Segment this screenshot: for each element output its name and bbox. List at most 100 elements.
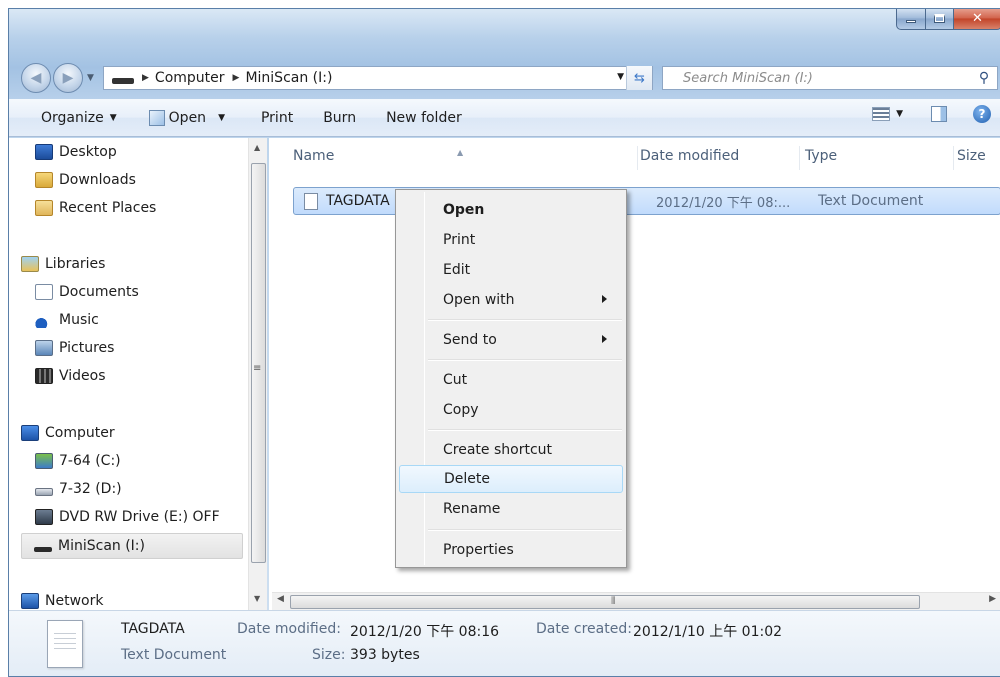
nav-item-downloads[interactable]: Downloads [35, 169, 136, 191]
burn-button[interactable]: Burn [313, 105, 366, 131]
nav-item-videos[interactable]: Videos [35, 365, 106, 387]
close-button[interactable]: ✕ [954, 9, 1000, 30]
nav-item-desktop[interactable]: Desktop [35, 141, 117, 163]
chevron-down-icon: ▼ [896, 109, 903, 119]
refresh-button[interactable]: ⇆ [626, 66, 652, 90]
menu-item-label: Properties [443, 542, 514, 558]
scroll-up-icon[interactable]: ▲ [254, 143, 260, 152]
address-history-dropdown-icon[interactable]: ▼ [617, 72, 624, 82]
menu-item-label: Send to [443, 332, 497, 348]
nav-item-label: DVD RW Drive (E:) OFF [59, 509, 220, 525]
preview-pane-button[interactable] [931, 106, 947, 122]
change-view-button[interactable]: ▼ [872, 107, 903, 121]
column-header-date-modified[interactable]: Date modified [640, 138, 800, 174]
nav-item-recent-places[interactable]: Recent Places [35, 197, 156, 219]
caption-buttons: ✕ [896, 9, 1000, 30]
submenu-arrow-icon [602, 335, 607, 343]
file-list-horizontal-scrollbar[interactable]: ◀ ⦀ ▶ [272, 592, 1000, 610]
scrollbar-thumb[interactable]: ⦀ [290, 595, 920, 609]
help-icon[interactable]: ? [973, 105, 991, 123]
nav-item-music[interactable]: Music [35, 309, 99, 331]
minimize-icon [906, 20, 916, 23]
open-label: Open [168, 109, 207, 126]
menu-item-create-shortcut[interactable]: Create shortcut [399, 436, 623, 464]
documents-icon [35, 284, 53, 300]
column-divider[interactable] [637, 146, 638, 170]
search-icon[interactable]: ⚲ [971, 70, 997, 86]
back-button[interactable]: ◀ [21, 63, 51, 93]
menu-item-open-with[interactable]: Open with [399, 286, 623, 314]
back-arrow-icon: ◀ [30, 70, 42, 86]
nav-item-network[interactable]: Network [21, 590, 103, 610]
recent-places-icon [35, 200, 53, 216]
column-header-type[interactable]: Type [805, 138, 955, 174]
hard-drive-icon [35, 488, 53, 496]
nav-item-label: Desktop [59, 144, 117, 160]
details-file-type: Text Document [121, 647, 227, 663]
nav-item-libraries[interactable]: Libraries [21, 253, 105, 275]
maximize-button[interactable] [926, 9, 954, 30]
nav-item-drive-c[interactable]: 7-64 (C:) [35, 450, 121, 472]
menu-separator [428, 319, 622, 321]
open-button[interactable]: Open ▼ [139, 105, 235, 131]
print-button[interactable]: Print [251, 105, 303, 131]
nav-item-drive-d[interactable]: 7-32 (D:) [35, 478, 122, 500]
maximize-icon [934, 14, 945, 23]
menu-item-delete[interactable]: Delete [399, 465, 623, 493]
menu-item-send-to[interactable]: Send to [399, 326, 623, 354]
menu-item-rename[interactable]: Rename [399, 495, 623, 523]
column-header-size[interactable]: Size [957, 138, 1000, 174]
organize-button[interactable]: Organize ▼ [31, 105, 127, 131]
organize-label: Organize [41, 109, 104, 126]
nav-item-dvd-drive[interactable]: DVD RW Drive (E:) OFF [35, 506, 220, 528]
nav-item-label: Recent Places [59, 200, 157, 216]
text-document-icon [304, 192, 318, 210]
menu-item-edit[interactable]: Edit [399, 256, 623, 284]
submenu-arrow-icon [602, 295, 607, 303]
close-icon: ✕ [972, 11, 983, 26]
nav-item-label: Pictures [59, 340, 115, 356]
forward-button[interactable]: ▶ [53, 63, 83, 93]
menu-item-print[interactable]: Print [399, 226, 623, 254]
details-date-modified: 2012/1/20 下午 08:16 [350, 624, 500, 640]
search-input[interactable]: Search MiniScan (I:) [663, 71, 971, 86]
chevron-down-icon[interactable]: ▼ [218, 113, 225, 123]
menu-item-properties[interactable]: Properties [399, 536, 623, 564]
details-date-created-label: Date created: [536, 621, 632, 637]
videos-icon [35, 368, 53, 384]
nav-item-pictures[interactable]: Pictures [35, 337, 114, 359]
scroll-down-icon[interactable]: ▼ [254, 594, 260, 603]
recent-pages-dropdown-icon[interactable]: ▼ [87, 73, 94, 83]
nav-item-label: Computer [45, 425, 115, 441]
details-size: 393 bytes [350, 647, 420, 663]
nav-item-label: Videos [59, 368, 106, 384]
scroll-right-icon[interactable]: ▶ [989, 594, 996, 604]
minimize-button[interactable] [896, 9, 926, 30]
navigation-pane: Desktop Downloads Recent Places Librarie… [9, 138, 267, 610]
downloads-folder-icon [35, 172, 53, 188]
breadcrumb-miniscan[interactable]: MiniScan (I:) [245, 70, 332, 86]
navigation-pane-scrollbar[interactable]: ▲ ≡ ▼ [248, 138, 267, 610]
column-divider[interactable] [953, 146, 954, 170]
views-icon [872, 107, 891, 121]
column-header-name[interactable]: Name [293, 138, 637, 174]
nav-item-label: Documents [59, 284, 139, 300]
computer-icon [21, 425, 39, 441]
nav-item-documents[interactable]: Documents [35, 281, 139, 303]
column-divider[interactable] [799, 146, 800, 170]
nav-item-computer[interactable]: Computer [21, 422, 115, 444]
menu-item-copy[interactable]: Copy [399, 396, 623, 424]
new-folder-button[interactable]: New folder [376, 105, 472, 131]
chevron-right-icon[interactable]: ▶ [142, 73, 149, 83]
scroll-left-icon[interactable]: ◀ [277, 594, 284, 604]
chevron-right-icon[interactable]: ▶ [233, 73, 240, 83]
file-date-modified: 2012/1/20 下午 08:... [656, 195, 791, 211]
refresh-icon: ⇆ [634, 70, 645, 86]
menu-item-cut[interactable]: Cut [399, 366, 623, 394]
address-bar[interactable]: ▶ Computer ▶ MiniScan (I:) ▼ ⇆ [103, 66, 653, 90]
search-box[interactable]: Search MiniScan (I:) ⚲ [662, 66, 998, 90]
nav-item-miniscan[interactable]: MiniScan (I:) [21, 533, 243, 559]
breadcrumb-computer[interactable]: Computer [155, 70, 225, 86]
usb-drive-icon [34, 546, 52, 552]
menu-item-open[interactable]: Open [399, 196, 623, 224]
